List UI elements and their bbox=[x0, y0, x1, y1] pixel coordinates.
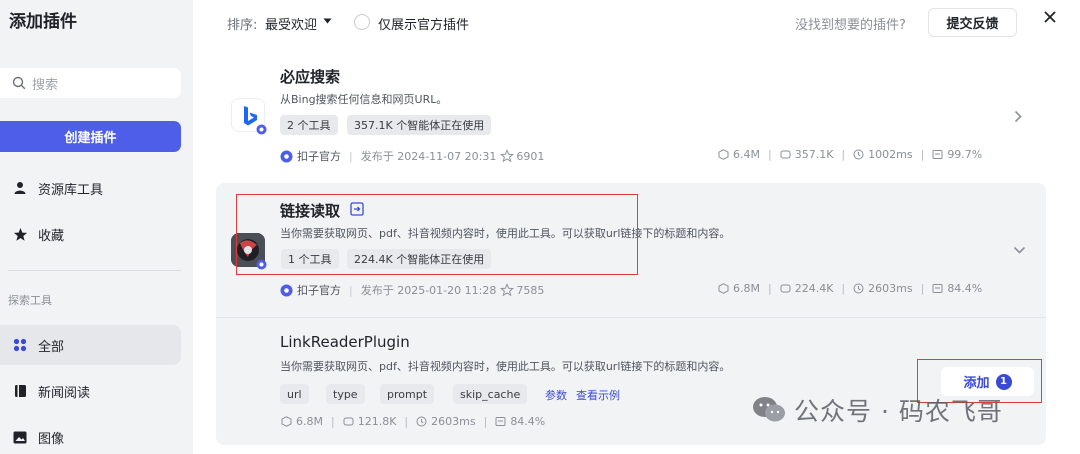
feedback-button[interactable]: 提交反馈 bbox=[928, 8, 1017, 37]
wechat-icon bbox=[753, 397, 785, 422]
sidebar-item-label: 全部 bbox=[38, 339, 65, 355]
size-stat: 6.8M bbox=[281, 415, 323, 428]
search-icon bbox=[12, 76, 26, 90]
bots-stat: 357.1K bbox=[780, 148, 833, 161]
plugin-meta: 扣子官方 | 发布于 2025-01-20 11:28 7585 bbox=[280, 282, 544, 298]
bots-stat: 121.8K bbox=[343, 415, 396, 428]
create-plugin-button[interactable]: 创建插件 bbox=[0, 121, 181, 152]
chevron-right-icon[interactable] bbox=[1014, 110, 1022, 123]
star-outline-icon bbox=[500, 283, 515, 297]
not-found-text: 没找到想要的插件? bbox=[795, 18, 906, 33]
explore-section-label: 探索工具 bbox=[8, 294, 52, 307]
clock-icon bbox=[853, 149, 864, 160]
sidebar-item-favorites[interactable]: 收藏 bbox=[0, 214, 181, 254]
chart-icon bbox=[495, 417, 506, 426]
bot-icon bbox=[780, 284, 791, 293]
image-icon bbox=[12, 429, 28, 445]
favorite-count: 7585 bbox=[516, 283, 545, 297]
bot-icon bbox=[780, 150, 791, 159]
sort-dropdown[interactable]: 最受欢迎 bbox=[265, 14, 317, 33]
watermark-text: 公众号 · 码农飞哥 bbox=[794, 397, 1003, 426]
publisher: 扣子官方 bbox=[297, 150, 341, 163]
latency-stat: 2603ms bbox=[416, 415, 476, 428]
tool-stats: 6.8M | 121.8K | 2603ms | 84.4% bbox=[281, 415, 545, 428]
cube-icon bbox=[718, 283, 729, 294]
sidebar-divider bbox=[8, 270, 181, 271]
sidebar-item-label: 收藏 bbox=[38, 228, 65, 244]
card-divider bbox=[216, 317, 1046, 318]
search-input[interactable]: 搜索 bbox=[0, 68, 181, 98]
star-outline-icon bbox=[500, 149, 515, 163]
success-stat: 84.4% bbox=[495, 415, 545, 428]
plugin-stats: 6.8M | 224.4K | 2603ms | 84.4% bbox=[718, 282, 982, 295]
official-badge-icon bbox=[280, 150, 293, 162]
tool-name: LinkReaderPlugin bbox=[280, 333, 410, 351]
bot-icon bbox=[343, 417, 354, 426]
tool-description: 当你需要获取网页、pdf、抖音视频内容时，使用此工具。可以获取url链接下的标题… bbox=[280, 360, 731, 373]
highlight-box bbox=[236, 194, 638, 275]
sidebar: 添加插件 搜索 创建插件 资源库工具 收藏 探索工具 全部 新闻阅读 图像 bbox=[0, 0, 193, 454]
latency-stat: 2603ms bbox=[853, 282, 913, 295]
watermark: 公众号 · 码农飞哥 bbox=[752, 392, 1003, 428]
plugin-name: 必应搜索 bbox=[280, 68, 341, 86]
publish-date: 发布于 2025-01-20 11:28 bbox=[360, 284, 497, 297]
clock-icon bbox=[416, 416, 427, 427]
sidebar-item-all[interactable]: 全部 bbox=[0, 325, 181, 365]
param-tag: url bbox=[280, 384, 309, 404]
star-icon bbox=[12, 226, 28, 242]
chevron-down-icon[interactable] bbox=[1013, 246, 1026, 254]
publish-date: 发布于 2024-11-07 20:31 bbox=[360, 150, 497, 163]
cube-icon bbox=[718, 149, 729, 160]
bots-stat: 224.4K bbox=[780, 282, 833, 295]
latency-stat: 1002ms bbox=[853, 148, 913, 161]
sidebar-item-label: 资源库工具 bbox=[38, 182, 104, 198]
favorite-count: 6901 bbox=[516, 149, 545, 163]
official-only-radio[interactable] bbox=[354, 14, 370, 30]
official-badge-icon bbox=[280, 284, 293, 296]
publisher: 扣子官方 bbox=[297, 284, 341, 297]
success-stat: 84.4% bbox=[932, 282, 982, 295]
caret-down-icon[interactable] bbox=[323, 18, 332, 24]
param-tag: type bbox=[326, 384, 365, 404]
search-placeholder: 搜索 bbox=[32, 77, 59, 93]
tool-count-tag: 2 个工具 bbox=[280, 115, 338, 135]
usage-count-tag: 357.1K 个智能体正在使用 bbox=[347, 115, 492, 135]
param-tag: prompt bbox=[380, 384, 435, 404]
sidebar-item-library-tools[interactable]: 资源库工具 bbox=[0, 168, 181, 208]
sort-label: 排序: bbox=[227, 18, 258, 33]
meta-divider: | bbox=[349, 149, 353, 163]
chart-icon bbox=[932, 150, 943, 159]
clock-icon bbox=[853, 283, 864, 294]
dialog-title: 添加插件 bbox=[9, 12, 77, 32]
close-icon[interactable] bbox=[1043, 10, 1057, 24]
size-stat: 6.8M bbox=[718, 282, 760, 295]
plugin-description: 从Bing搜索任何信息和网页URL。 bbox=[280, 93, 448, 106]
official-only-label[interactable]: 仅展示官方插件 bbox=[378, 14, 469, 33]
sidebar-item-label: 图像 bbox=[38, 431, 65, 447]
book-icon bbox=[12, 383, 28, 399]
view-example-link[interactable]: 查看示例 bbox=[576, 387, 620, 403]
chart-icon bbox=[932, 284, 943, 293]
grid-icon bbox=[12, 337, 28, 353]
plugin-meta: 扣子官方 | 发布于 2024-11-07 20:31 6901 bbox=[280, 148, 544, 164]
official-badge-icon bbox=[256, 124, 267, 135]
size-stat: 6.4M bbox=[718, 148, 760, 161]
plugin-stats: 6.4M | 357.1K | 1002ms | 99.7% bbox=[718, 148, 982, 161]
cube-icon bbox=[281, 416, 292, 427]
param-tag: skip_cache bbox=[453, 384, 528, 404]
person-icon bbox=[12, 180, 28, 196]
sidebar-item-news[interactable]: 新闻阅读 bbox=[0, 371, 181, 411]
success-stat: 99.7% bbox=[932, 148, 982, 161]
sidebar-item-label: 新闻阅读 bbox=[38, 385, 91, 401]
params-link[interactable]: 参数 bbox=[545, 387, 567, 403]
sidebar-item-image[interactable]: 图像 bbox=[0, 417, 181, 454]
meta-divider: | bbox=[349, 283, 353, 297]
toolbar: 排序: 最受欢迎 仅展示官方插件 没找到想要的插件? 提交反馈 bbox=[193, 0, 1080, 46]
